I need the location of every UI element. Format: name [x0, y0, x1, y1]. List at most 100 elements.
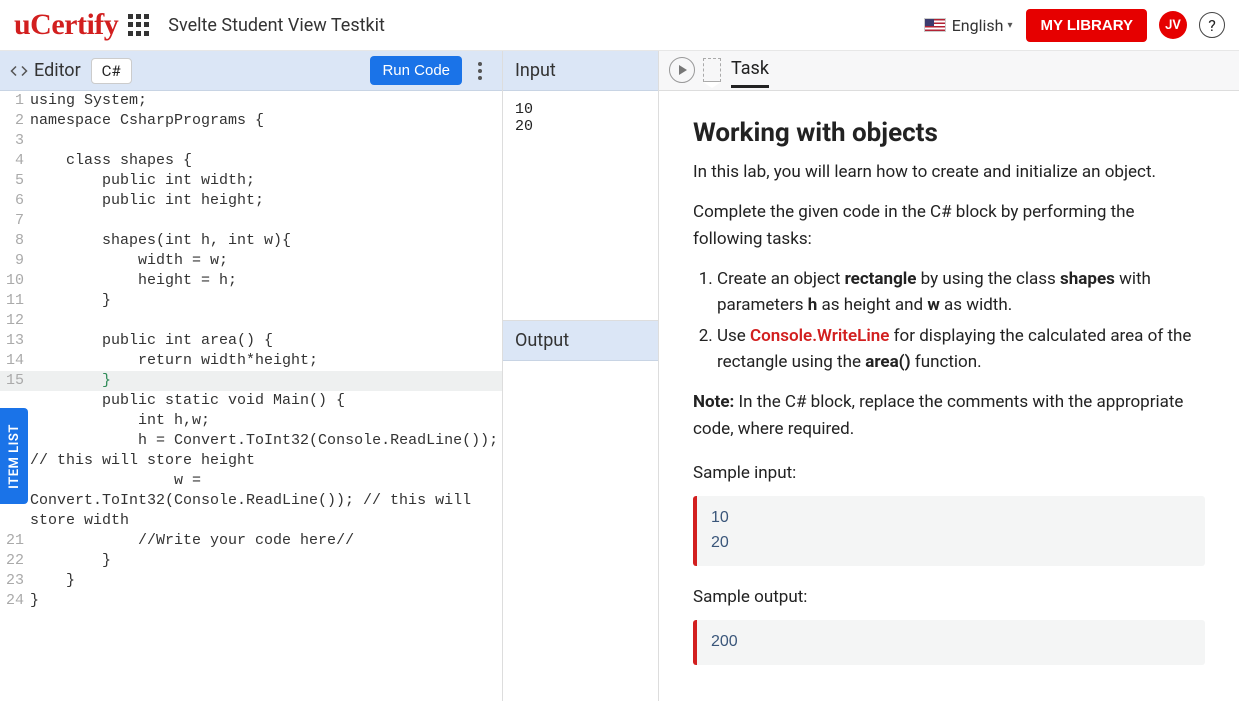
editor-panel: Editor C# Run Code 1using System;2namesp… — [0, 51, 503, 701]
item-list-tab[interactable]: ITEM LIST — [0, 408, 28, 504]
code-line[interactable]: 14 return width*height; — [0, 351, 502, 371]
code-text: w = Convert.ToInt32(Console.ReadLine());… — [30, 471, 502, 531]
line-number: 10 — [0, 271, 30, 291]
output-section: Output — [503, 321, 658, 701]
input-section: Input 10 20 — [503, 51, 658, 321]
code-line[interactable]: 13 public int area() { — [0, 331, 502, 351]
line-number: 14 — [0, 351, 30, 371]
editor-more-menu-icon[interactable] — [468, 62, 492, 80]
task-complete-text: Complete the given code in the C# block … — [693, 199, 1205, 252]
code-line[interactable]: 2namespace CsharpPrograms { — [0, 111, 502, 131]
code-line[interactable]: 21 //Write your code here// — [0, 531, 502, 551]
code-line[interactable]: 20 w = Convert.ToInt32(Console.ReadLine(… — [0, 471, 502, 531]
code-line[interactable]: 23 } — [0, 571, 502, 591]
line-number: 22 — [0, 551, 30, 571]
app-header: uCertify Svelte Student View Testkit Eng… — [0, 0, 1239, 51]
code-text: } — [30, 551, 502, 571]
code-line[interactable]: 7 — [0, 211, 502, 231]
line-number: 12 — [0, 311, 30, 331]
code-line[interactable]: 12 — [0, 311, 502, 331]
sample-input-box: 10 20 — [693, 496, 1205, 566]
code-line[interactable]: int h,w; — [0, 411, 502, 431]
code-text — [30, 311, 502, 331]
code-text — [30, 211, 502, 231]
play-icon — [679, 65, 687, 75]
line-number: 21 — [0, 531, 30, 551]
code-text: return width*height; — [30, 351, 502, 371]
code-line[interactable]: public static void Main() { — [0, 391, 502, 411]
code-text: //Write your code here// — [30, 531, 502, 551]
play-button[interactable] — [669, 57, 695, 83]
code-line[interactable]: 8 shapes(int h, int w){ — [0, 231, 502, 251]
code-text: public int width; — [30, 171, 502, 191]
code-line[interactable]: 3 — [0, 131, 502, 151]
language-selector[interactable]: English ▾ — [924, 16, 1013, 35]
io-panel: Input 10 20 Output — [503, 51, 659, 701]
code-line[interactable]: 9 width = w; — [0, 251, 502, 271]
language-label: English — [952, 16, 1004, 35]
code-text: class shapes { — [30, 151, 502, 171]
code-line[interactable]: 4 class shapes { — [0, 151, 502, 171]
run-code-button[interactable]: Run Code — [370, 56, 462, 85]
my-library-button[interactable]: MY LIBRARY — [1026, 9, 1147, 42]
code-line[interactable]: 24} — [0, 591, 502, 611]
code-text: h = Convert.ToInt32(Console.ReadLine());… — [30, 431, 502, 471]
line-number: 1 — [0, 91, 30, 111]
code-text: public int area() { — [30, 331, 502, 351]
tab-task[interactable]: Task — [731, 52, 769, 88]
item-list-label: ITEM LIST — [7, 424, 22, 489]
task-steps: Create an object rectangle by using the … — [693, 266, 1205, 375]
flag-us-icon — [924, 18, 946, 32]
sample-input-label: Sample input: — [693, 460, 1205, 486]
code-line[interactable]: 10 height = h; — [0, 271, 502, 291]
task-content: Working with objects In this lab, you wi… — [659, 91, 1239, 701]
code-text: width = w; — [30, 251, 502, 271]
line-number: 5 — [0, 171, 30, 191]
task-toolbar: Task — [659, 51, 1239, 91]
code-line[interactable]: h = Convert.ToInt32(Console.ReadLine());… — [0, 431, 502, 471]
code-line[interactable]: 5 public int width; — [0, 171, 502, 191]
code-text: int h,w; — [30, 411, 502, 431]
code-line[interactable]: 6 public int height; — [0, 191, 502, 211]
chevron-down-icon: ▾ — [1007, 20, 1012, 31]
editor-label: Editor — [34, 60, 81, 81]
sample-output-label: Sample output: — [693, 584, 1205, 610]
input-body[interactable]: 10 20 — [503, 91, 658, 145]
bookmark-icon[interactable] — [703, 58, 721, 82]
code-line[interactable]: 11 } — [0, 291, 502, 311]
output-header: Output — [503, 321, 658, 361]
line-number: 2 — [0, 111, 30, 131]
code-text: } — [30, 371, 502, 391]
line-number: 9 — [0, 251, 30, 271]
line-number: 13 — [0, 331, 30, 351]
code-text: } — [30, 571, 502, 591]
code-text: public int height; — [30, 191, 502, 211]
line-number: 7 — [0, 211, 30, 231]
brand-logo[interactable]: uCertify — [14, 8, 118, 42]
task-step-2: Use Console.WriteLine for displaying the… — [717, 323, 1205, 376]
code-text: shapes(int h, int w){ — [30, 231, 502, 251]
input-header: Input — [503, 51, 658, 91]
code-text: public static void Main() { — [30, 391, 502, 411]
code-line[interactable]: 1using System; — [0, 91, 502, 111]
line-number: 11 — [0, 291, 30, 311]
code-text: namespace CsharpPrograms { — [30, 111, 502, 131]
code-text: using System; — [30, 91, 502, 111]
sample-output-box: 200 — [693, 620, 1205, 665]
task-note: Note: In the C# block, replace the comme… — [693, 389, 1205, 442]
line-number: 23 — [0, 571, 30, 591]
apps-grid-icon[interactable] — [128, 14, 150, 36]
task-title: Working with objects — [693, 113, 1205, 153]
task-intro: In this lab, you will learn how to creat… — [693, 159, 1205, 185]
user-avatar[interactable]: JV — [1159, 11, 1187, 39]
language-chip[interactable]: C# — [91, 58, 132, 84]
code-line[interactable]: 15 } — [0, 371, 502, 391]
line-number: 15 — [0, 371, 30, 391]
code-editor[interactable]: 1using System;2namespace CsharpPrograms … — [0, 91, 502, 701]
code-text — [30, 131, 502, 151]
code-line[interactable]: 22 } — [0, 551, 502, 571]
line-number: 24 — [0, 591, 30, 611]
page-title: Svelte Student View Testkit — [168, 15, 385, 36]
code-icon — [10, 62, 28, 80]
help-button[interactable]: ? — [1199, 12, 1225, 38]
